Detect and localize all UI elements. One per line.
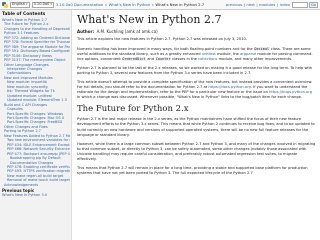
language-select[interactable]: English ▾: [10, 1, 30, 8]
link-separator: |: [276, 2, 279, 7]
code-counter[interactable]: Counter: [155, 56, 171, 61]
author-value: A.M. Kuchling (amk at amk.ca): [96, 29, 158, 34]
text: module, the: [215, 51, 241, 56]
top-navigation-bar: English ▾ 3.10.0a0 ▾ 3.10.0a0 Documentat…: [0, 0, 320, 10]
text: module, and many other improvements.: [217, 56, 293, 61]
text: Numeric handling has been improved in ma…: [77, 46, 254, 51]
paragraph: This article doesn't attempt to provide …: [77, 80, 316, 100]
next-link[interactable]: next: [246, 2, 254, 7]
index-link[interactable]: index: [280, 2, 290, 7]
code-ordereddict[interactable]: OrderedDict: [121, 56, 147, 61]
toc-item[interactable]: PEP 466: Network Security Enhancements f…: [2, 147, 70, 151]
search-input[interactable]: [291, 1, 308, 8]
python-logo-icon[interactable]: [2, 1, 8, 8]
toc-item[interactable]: PEP 391: Dictionary-Based Configuration …: [2, 49, 70, 53]
code-decimal[interactable]: Decimal: [253, 46, 270, 51]
chevron-down-icon: ▾: [50, 2, 52, 6]
paragraph: However, while there is a large common s…: [77, 141, 316, 161]
breadcrumb-separator: »: [104, 2, 108, 7]
breadcrumb-docs-link[interactable]: 3.10.0a0 Documentation: [56, 2, 103, 7]
author-label: Author: [77, 29, 93, 34]
main-content: What's New in Python 2.7 Author: A.M. Ku…: [76, 10, 318, 240]
collections-link[interactable]: collections: [198, 57, 217, 61]
paragraph: This means that Python 2.7 will remain i…: [77, 166, 308, 176]
toc-item[interactable]: Updated module: ElementTree 1.3: [2, 98, 70, 102]
toc-item[interactable]: PEP 3137: The memoryview Object: [2, 58, 70, 62]
link-separator: |: [256, 2, 258, 7]
toc-item[interactable]: Acknowledgements: [2, 183, 70, 187]
unittest-link[interactable]: unittest: [202, 52, 216, 56]
paragraph: Python 2.7 is planned to be the last of …: [77, 65, 313, 75]
docs-python-link[interactable]: https://docs.python.org: [208, 85, 251, 89]
language-select-value: English: [12, 2, 25, 6]
previous-topic-link[interactable]: What's New In Python 3.0: [2, 193, 70, 197]
breadcrumb-whatsnew-link[interactable]: What's New in Python: [109, 2, 151, 7]
text: classes in the: [170, 56, 199, 61]
text: and: [146, 56, 156, 61]
version-select-value: 3.10.0a0: [33, 2, 50, 6]
toc-heading: Table of Contents: [2, 12, 46, 17]
search-go-button[interactable]: Go: [309, 1, 318, 8]
breadcrumb-current: What's New in Python 2.7: [155, 2, 205, 7]
text: in which a change was discussed. Wheneve…: [77, 95, 302, 100]
bugs-python-link[interactable]: https://bugs.python.org: [269, 90, 312, 94]
argparse-link[interactable]: argparse: [240, 52, 256, 56]
intro-paragraph: This article explains the new features i…: [77, 37, 247, 42]
paragraph: Python 2.7 is the last major release in …: [77, 117, 315, 137]
page-title: What's New in Python 2.7: [77, 13, 222, 26]
modules-link[interactable]: modules: [259, 2, 275, 7]
related-links: previous | next | modules | index Go: [226, 1, 318, 8]
link-separator: |: [243, 2, 245, 7]
breadcrumb-separator: »: [151, 2, 154, 7]
version-select[interactable]: 3.10.0a0 ▾: [31, 1, 54, 8]
toc-item[interactable]: Bootstrapping pip By Default: [2, 156, 70, 160]
breadcrumb: 3.10.0a0 Documentation » What's New in P…: [56, 2, 204, 7]
table-of-contents: What's New in Python 2.7 The Future for P…: [2, 18, 70, 187]
paragraph: Numeric handling has been improved in ma…: [77, 46, 316, 62]
chevron-down-icon: ▾: [25, 2, 28, 6]
sidebar: Table of Contents What's New in Python 2…: [0, 10, 72, 240]
author-line: Author: A.M. Kuchling (amk at amk.ca): [77, 29, 158, 34]
previous-link[interactable]: previous: [226, 2, 242, 7]
section-heading: The Future for Python 2.x: [77, 104, 189, 115]
